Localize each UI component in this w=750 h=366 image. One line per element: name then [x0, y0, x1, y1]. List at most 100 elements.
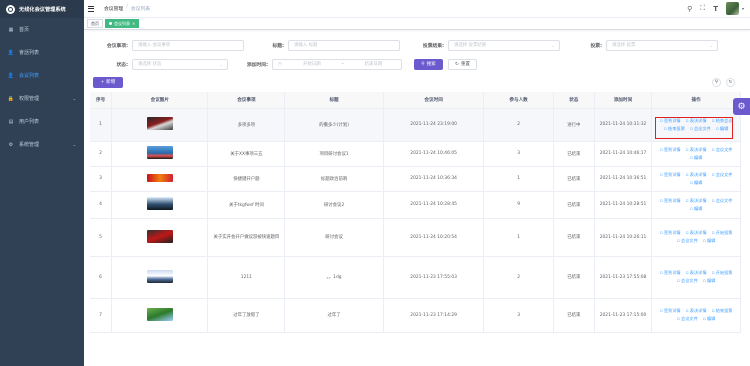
row-action-link[interactable]: ▫ 签到详情: [660, 198, 681, 204]
sidebar-item-5[interactable]: ⚙ 系统管理 ⌄: [0, 133, 84, 156]
avatar[interactable]: [725, 2, 739, 15]
status-select[interactable]: 请选择 状态 ⌄: [132, 58, 228, 70]
title-input[interactable]: 请输入 标题: [288, 39, 400, 51]
added-time-cell: 2021-11-24 10:31:32: [594, 108, 653, 142]
add-button[interactable]: + 新增: [93, 76, 123, 88]
action-label: 编辑: [693, 205, 703, 211]
status-cell: 已结束: [553, 166, 595, 192]
status-cell: 已结束: [553, 141, 595, 167]
meeting-item-cell: 1211: [207, 256, 286, 299]
search-toggle-icon[interactable]: ⚲: [712, 77, 721, 87]
row-action-link[interactable]: ▫ 编辑: [703, 278, 716, 284]
start-date-input[interactable]: 开始日期: [287, 61, 337, 67]
action-label: 会议文件: [715, 171, 733, 177]
row-action-link[interactable]: ▫ 签到详情: [660, 172, 681, 178]
row-action-link[interactable]: ▫ 编辑: [703, 238, 716, 244]
meeting-item-cell: 多项多项: [207, 108, 286, 142]
lock-icon: 🔒: [7, 95, 15, 102]
meeting-item-input[interactable]: 请输入 会议事项: [132, 39, 244, 51]
row-action-link[interactable]: ▫ 开始投票: [712, 230, 733, 236]
row-action-link[interactable]: ▫ 会议文件: [712, 172, 733, 178]
row-action-link[interactable]: ▫ 开始投票: [712, 270, 733, 276]
content: 会议事项: 请输入 会议事项 标题: 请输入 标题 投票结果: 请选择 投票结果…: [84, 30, 750, 333]
row-action-link[interactable]: ▫ 表决详情: [686, 198, 707, 204]
tag-home[interactable]: 首页: [87, 19, 103, 28]
meeting-time-cell: 2021-11-23 17:14:29: [383, 298, 485, 333]
sidebar-item-1[interactable]: 👤 會話列表: [0, 41, 84, 64]
row-action-link[interactable]: ▫ 表决详情: [686, 308, 707, 314]
action-label: 会议文件: [715, 197, 733, 203]
actions-cell: ▫ 签到详情 ▫ 表决详情 ▫ 结束投票 ▫ 会议文件 ▫ 编辑: [651, 298, 741, 333]
action-label: 签到详情: [663, 171, 681, 177]
row-action-link[interactable]: ▫ 签到详情: [660, 230, 681, 236]
row-action-link[interactable]: ▫ 会议文件: [677, 238, 698, 244]
action-label: 编辑: [693, 154, 703, 160]
meeting-time-cell: 2021-11-24 23:19:00: [383, 108, 485, 142]
font-size-icon[interactable]: T: [713, 5, 718, 13]
action-label: 编辑: [706, 278, 716, 283]
action-label: 会议文件: [681, 238, 698, 243]
meeting-thumbnail[interactable]: [146, 117, 173, 130]
navbar-actions: ⚲ ⛶ T ▾: [687, 2, 744, 15]
row-action-link[interactable]: ▫ 编辑: [690, 206, 703, 212]
meeting-thumbnail[interactable]: [146, 307, 173, 321]
vote-select[interactable]: 请选择 投票 ⌄: [606, 39, 718, 51]
row-action-link[interactable]: ▫ 签到详情: [660, 270, 681, 276]
close-icon[interactable]: ×: [132, 21, 135, 26]
meeting-thumbnail[interactable]: [146, 269, 173, 283]
row-index: 4: [90, 191, 113, 219]
chevron-down-icon[interactable]: ▾: [742, 6, 744, 11]
chevron-down-icon: ⌄: [72, 96, 76, 101]
search-icon[interactable]: ⚲: [687, 5, 692, 13]
row-actions: ▫ 签到详情 ▫ 表决详情 ▫ 会议文件 ▫ 编辑: [652, 196, 740, 214]
app-title: 无线化会议管理系统: [19, 6, 66, 13]
search-button[interactable]: ⚲ 搜索: [414, 58, 443, 70]
row-action-link[interactable]: ▫ 会议文件: [677, 316, 698, 322]
row-actions: ▫ 签到详情 ▫ 表决详情 ▫ 开始投票 ▫ 会议文件 ▫ 编辑: [652, 228, 740, 246]
date-range-picker[interactable]: ◷ 开始日期 - 结束日期: [272, 58, 402, 70]
actions-cell: ▫ 签到详情 ▫ 表决详情 ▫ 会议文件 ▫ 编辑: [651, 191, 741, 219]
settings-button[interactable]: ⚙: [733, 98, 750, 115]
table-header-row: 序号 会议图片 会议事项 标题 会议时间 参与人数 状态 添加时间 操作: [90, 92, 741, 109]
sidebar-item-3[interactable]: 🔒 权限管理 ⌄: [0, 87, 84, 110]
reset-button[interactable]: ↻ 重置: [448, 58, 477, 70]
sidebar-item-4[interactable]: ▤ 用户列表: [0, 110, 84, 133]
row-action-link[interactable]: ▫ 会议文件: [677, 278, 698, 284]
refresh-icon[interactable]: ↻: [726, 77, 735, 87]
row-action-link[interactable]: ▫ 签到详情: [660, 147, 681, 153]
meeting-thumbnail[interactable]: [146, 229, 173, 243]
actions-cell: ▫ 签到详情 ▫ 表决详情 ▫ 会议文件 ▫ 编辑: [651, 141, 741, 167]
participant-count-cell: 3: [483, 298, 554, 333]
breadcrumb-item-meeting-management[interactable]: 会议管理: [104, 5, 123, 12]
sidebar-item-2[interactable]: 👤 会议列表: [0, 64, 84, 87]
row-action-link[interactable]: ▫ 结束投票: [712, 308, 733, 314]
fullscreen-icon[interactable]: ⛶: [700, 4, 705, 13]
meeting-time-cell: 2021-11-24 10:46:05: [383, 141, 485, 167]
hamburger-icon[interactable]: [88, 5, 96, 13]
action-label: 编辑: [706, 238, 716, 243]
breadcrumb-item-meeting-list: 会议列表: [130, 7, 151, 12]
meeting-thumbnail[interactable]: [146, 173, 173, 182]
added-time-cell: 2021-11-23 17:15:00: [594, 298, 653, 333]
vote-result-select[interactable]: 请选择 投票结果 ⌄: [448, 39, 560, 51]
participant-count-cell: 9: [483, 191, 554, 219]
row-action-link[interactable]: ▫ 表决详情: [686, 270, 707, 276]
row-action-link[interactable]: ▫ 编辑: [703, 316, 716, 322]
row-action-link[interactable]: ▫ 编辑: [690, 180, 703, 186]
sidebar-item-0[interactable]: ▦ 首页: [0, 18, 84, 41]
row-action-link[interactable]: ▫ 表决详情: [686, 172, 707, 178]
vote-label: 投票:: [590, 43, 602, 49]
row-action-link[interactable]: ▫ 表决详情: [686, 147, 707, 153]
navbar: 会议管理 / 会议列表 ⚲ ⛶ T ▾: [84, 0, 750, 18]
column-header: 状态: [553, 92, 595, 109]
row-action-link[interactable]: ▫ 会议文件: [712, 198, 733, 204]
highlight-box: [655, 117, 733, 139]
meeting-thumbnail[interactable]: [146, 197, 173, 210]
row-action-link[interactable]: ▫ 编辑: [690, 155, 703, 161]
row-action-link[interactable]: ▫ 会议文件: [712, 147, 733, 153]
row-action-link[interactable]: ▫ 表决详情: [686, 230, 707, 236]
tag-meeting-list[interactable]: 会议列表 ×: [105, 19, 140, 28]
end-date-input[interactable]: 结束日期: [348, 61, 398, 67]
row-action-link[interactable]: ▫ 签到详情: [660, 308, 681, 314]
meeting-thumbnail[interactable]: [146, 146, 173, 159]
